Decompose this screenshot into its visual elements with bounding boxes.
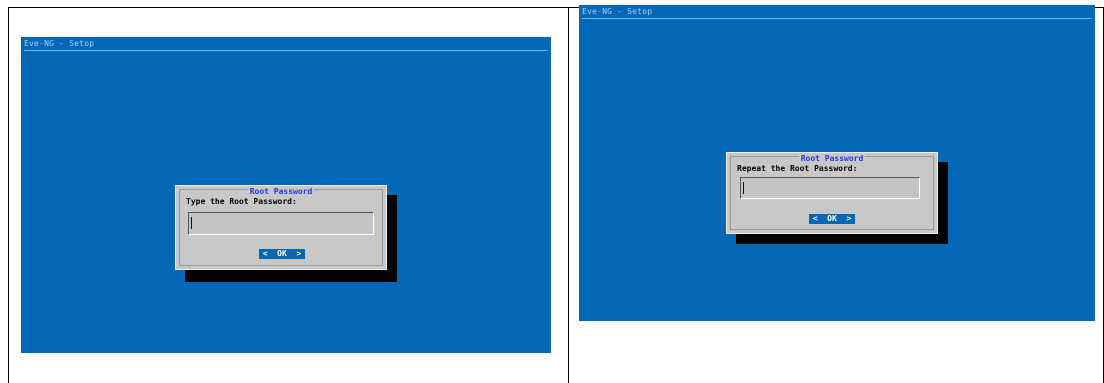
table-cell-divider [568, 7, 569, 383]
text-cursor [191, 217, 192, 229]
password-prompt: Type the Root Password: [186, 197, 297, 206]
ok-button[interactable]: < OK > [259, 249, 305, 259]
text-cursor [743, 182, 744, 194]
password-input[interactable] [188, 212, 374, 235]
table-border-left [8, 7, 9, 383]
dialog-title: Root Password [727, 154, 937, 164]
root-password-dialog: Root Password Type the Root Password: < … [175, 185, 387, 270]
setup-screen-1: Eve-NG - Setop Root Password Type the Ro… [21, 37, 551, 353]
dialog-title-text: Root Password [247, 187, 315, 196]
document-table: Eve-NG - Setop Root Password Type the Ro… [0, 0, 1104, 383]
title-divider [582, 18, 1091, 19]
repeat-password-dialog: Root Password Repeat the Root Password: … [726, 152, 938, 234]
setup-screen-2: Eve-NG - Setop Root Password Repeat the … [579, 5, 1095, 321]
screen-title: Eve-NG - Setop [582, 7, 653, 16]
password-input[interactable] [740, 177, 920, 199]
ok-button[interactable]: < OK > [809, 214, 855, 224]
dialog-title: Root Password [176, 187, 386, 197]
password-prompt: Repeat the Root Password: [737, 164, 858, 173]
title-divider [24, 50, 547, 51]
screen-title: Eve-NG - Setop [24, 39, 95, 48]
dialog-title-text: Root Password [798, 154, 866, 163]
